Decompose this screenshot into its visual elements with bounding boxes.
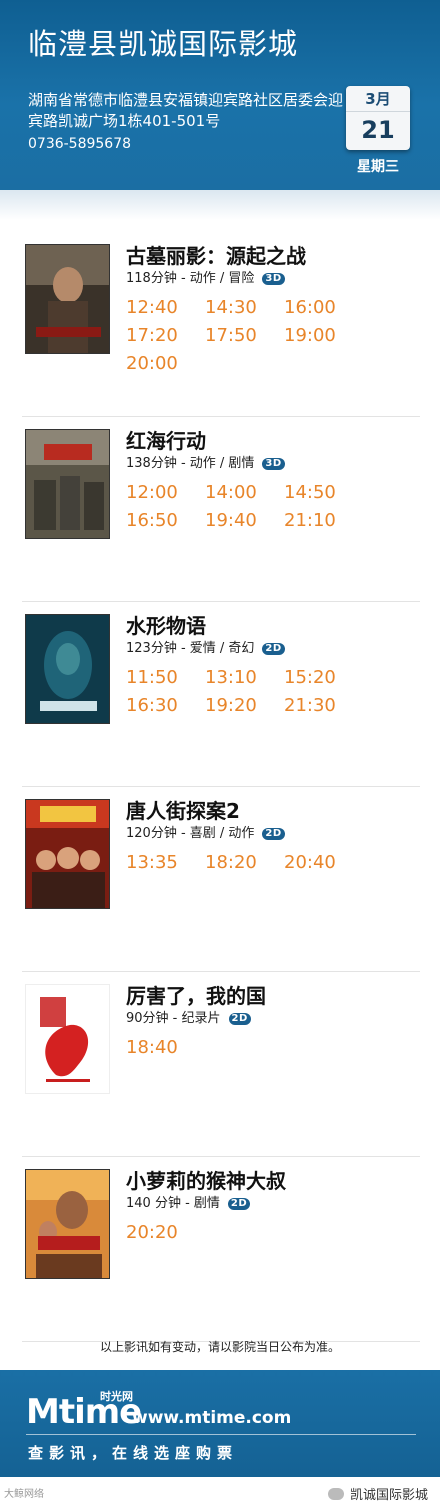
cinema-title: 临澧县凯诚国际影城	[28, 27, 299, 61]
showtimes: 12:40 14:30 16:00 17:20 17:50 19:00 20:00	[126, 294, 426, 378]
showtime[interactable]: 13:35	[126, 849, 205, 877]
calendar-month: 3月	[346, 86, 410, 112]
format-badge: 2D	[262, 642, 285, 655]
footer-slogan: 查影讯，在线选座购票	[28, 1444, 239, 1462]
cinema-phone[interactable]: 0736-5895678	[28, 136, 131, 152]
movie-item[interactable]: 唐人街探案2 120分钟 - 喜剧 / 动作 2D 13:35 18:20 20:40	[22, 787, 420, 972]
movie-poster[interactable]	[25, 799, 110, 909]
movie-item[interactable]: 古墓丽影：源起之战 118分钟 - 动作 / 冒险 3D 12:40 14:30 16…	[22, 232, 420, 417]
movie-duration-genre: 118分钟 - 动作 / 冒险	[126, 271, 255, 286]
showtime[interactable]: 14:30	[205, 294, 284, 322]
showtimes: 11:50 13:10 15:20 16:30 19:20 21:30	[126, 664, 426, 720]
calendar-day: 21	[361, 116, 395, 144]
movie-poster[interactable]	[25, 1169, 110, 1279]
format-badge: 3D	[262, 457, 285, 470]
showtime[interactable]: 19:40	[205, 507, 284, 535]
showtimes: 13:35 18:20 20:40	[126, 849, 426, 877]
movie-duration-genre: 123分钟 - 爱情 / 奇幻	[126, 641, 255, 656]
mtime-footer: Mtime 时光网 www.mtime.com 查影讯，在线选座购票 大鲸网络 …	[0, 1364, 440, 1507]
showtime[interactable]: 11:50	[126, 664, 205, 692]
showtime[interactable]: 19:00	[284, 322, 363, 350]
movie-title[interactable]: 小萝莉的猴神大叔	[126, 1165, 286, 1194]
mtime-url[interactable]: www.mtime.com	[132, 1408, 291, 1428]
wechat-icon	[327, 1488, 344, 1500]
movie-poster[interactable]	[25, 984, 110, 1094]
cinema-address: 湖南省常德市临澧县安福镇迎宾路社区居委会迎宾路凯诚广场1栋401-501号	[28, 91, 344, 130]
showtime[interactable]: 21:10	[284, 507, 363, 535]
cinema-header: 临澧县凯诚国际影城 湖南省常德市临澧县安福镇迎宾路社区居委会迎宾路凯诚广场1栋4…	[0, 0, 440, 196]
footer-scallop-edge	[0, 1364, 440, 1376]
watermark-account: 凯诚国际影城	[349, 1488, 428, 1503]
watermark-left: 大鲸网络	[4, 1489, 44, 1500]
movie-meta: 118分钟 - 动作 / 冒险 3D	[126, 267, 285, 286]
footer-divider	[26, 1434, 416, 1435]
movie-title[interactable]: 厉害了，我的国	[126, 980, 266, 1009]
movie-title[interactable]: 古墓丽影：源起之战	[126, 240, 306, 269]
movie-meta: 90分钟 - 纪录片 2D	[126, 1007, 251, 1026]
movie-meta: 140 分钟 - 剧情 2D	[126, 1192, 251, 1211]
weekday-label: 星期三	[357, 159, 399, 175]
showtime[interactable]: 18:20	[205, 849, 284, 877]
showtime[interactable]: 19:20	[205, 692, 284, 720]
showtime[interactable]: 14:50	[284, 479, 363, 507]
showtime[interactable]: 16:30	[126, 692, 205, 720]
movie-title[interactable]: 水形物语	[126, 610, 206, 639]
showtime[interactable]: 20:40	[284, 849, 363, 877]
movie-item[interactable]: 小萝莉的猴神大叔 140 分钟 - 剧情 2D 20:20	[22, 1157, 420, 1342]
format-badge: 2D	[227, 1197, 251, 1210]
showtime[interactable]: 20:20	[126, 1219, 205, 1247]
showtimes: 12:00 14:00 14:50 16:50 19:40 21:10	[126, 479, 426, 535]
header-scallop-edge	[0, 184, 440, 196]
movie-duration-genre: 120分钟 - 喜剧 / 动作	[126, 826, 255, 841]
watermark-bar: 大鲸网络 凯诚国际影城	[0, 1477, 440, 1507]
showtimes: 18:40	[126, 1034, 426, 1062]
movie-poster[interactable]	[25, 614, 110, 724]
calendar-date-badge: 3月 21	[346, 86, 410, 150]
movie-meta: 120分钟 - 喜剧 / 动作 2D	[126, 822, 285, 841]
format-badge: 2D	[228, 1012, 251, 1025]
showtime[interactable]: 20:00	[126, 350, 205, 378]
showtime[interactable]: 12:00	[126, 479, 205, 507]
showtime[interactable]: 16:50	[126, 507, 205, 535]
showtimes: 20:20	[126, 1219, 426, 1247]
watermark-right: 凯诚国际影城	[327, 1484, 428, 1503]
movie-title[interactable]: 唐人街探案2	[126, 795, 240, 824]
format-badge: 3D	[262, 272, 285, 285]
movie-meta: 123分钟 - 爱情 / 奇幻 2D	[126, 637, 285, 656]
showtime[interactable]: 15:20	[284, 664, 363, 692]
movie-poster[interactable]	[25, 429, 110, 539]
showtime[interactable]: 12:40	[126, 294, 205, 322]
showtime[interactable]: 17:50	[205, 322, 284, 350]
format-badge: 2D	[262, 827, 285, 840]
movie-title[interactable]: 红海行动	[126, 425, 206, 454]
showtime[interactable]: 16:00	[284, 294, 363, 322]
showtime[interactable]: 13:10	[205, 664, 284, 692]
movie-meta: 138分钟 - 动作 / 剧情 3D	[126, 452, 285, 471]
movie-duration-genre: 90分钟 - 纪录片	[126, 1011, 221, 1026]
movie-item[interactable]: 厉害了，我的国 90分钟 - 纪录片 2D 18:40	[22, 972, 420, 1157]
showtime[interactable]: 14:00	[205, 479, 284, 507]
showtime[interactable]: 21:30	[284, 692, 363, 720]
movie-duration-genre: 140 分钟 - 剧情	[126, 1196, 220, 1211]
movie-duration-genre: 138分钟 - 动作 / 剧情	[126, 456, 255, 471]
showtime[interactable]: 17:20	[126, 322, 205, 350]
movie-poster[interactable]	[25, 244, 110, 354]
schedule-notice: 以上影讯如有变动，请以影院当日公布为准。	[99, 1340, 340, 1354]
showtime[interactable]: 18:40	[126, 1034, 205, 1062]
mtime-logo-subtitle: 时光网	[100, 1390, 133, 1403]
movie-item[interactable]: 水形物语 123分钟 - 爱情 / 奇幻 2D 11:50 13:10 15:20 16…	[22, 602, 420, 787]
movie-item[interactable]: 红海行动 138分钟 - 动作 / 剧情 3D 12:00 14:00 14:50 16…	[22, 417, 420, 602]
